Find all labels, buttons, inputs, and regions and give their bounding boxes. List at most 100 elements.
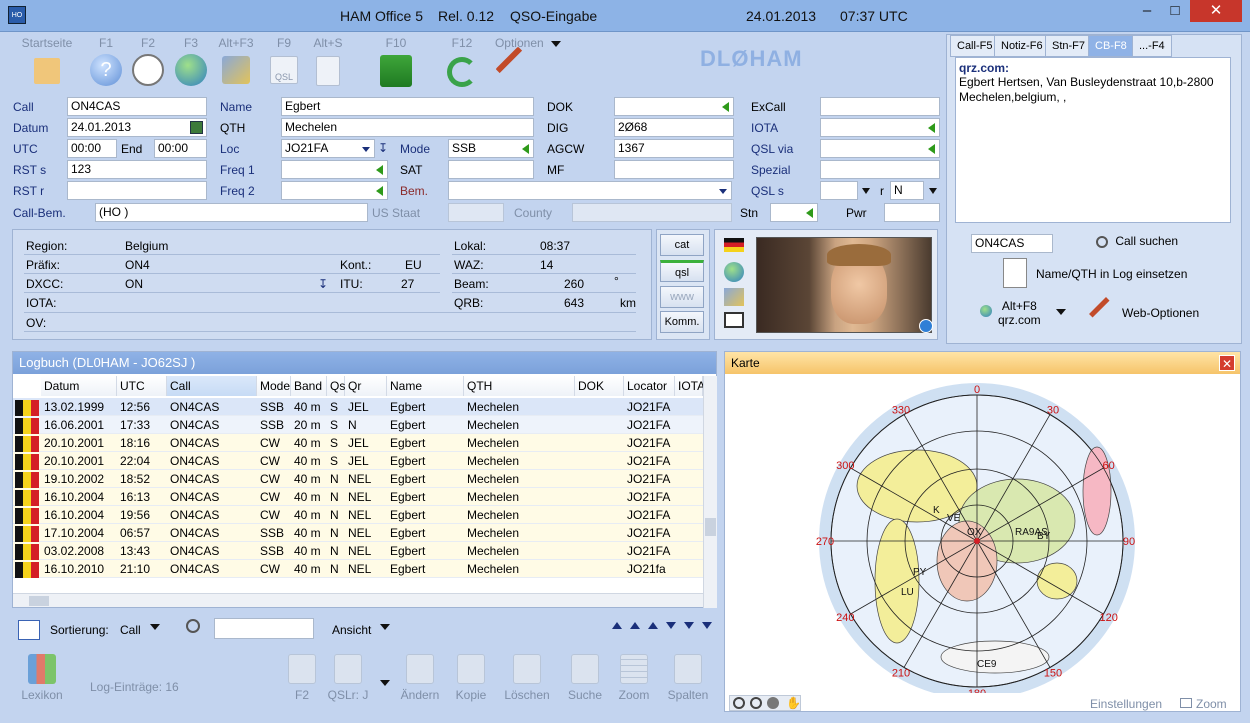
- name-input[interactable]: Egbert: [281, 97, 534, 116]
- table-row[interactable]: 13.02.1999 12:56 ON4CAS SSB 40 m S JEL Egbert Me…: [13, 398, 703, 416]
- chevron-down-icon[interactable]: [150, 624, 160, 630]
- log-search-input[interactable]: [214, 618, 314, 639]
- f10-save-button[interactable]: F10: [370, 36, 422, 90]
- komm-button[interactable]: Komm.: [660, 311, 704, 333]
- computer-icon[interactable]: [724, 312, 744, 328]
- column-header[interactable]: Call: [167, 376, 257, 396]
- bem-select[interactable]: [448, 181, 732, 200]
- minimize-button[interactable]: –: [1134, 0, 1160, 22]
- column-header[interactable]: Datum: [41, 376, 117, 396]
- window-zoom-icon[interactable]: [1180, 698, 1192, 708]
- zoom-out-icon[interactable]: [750, 697, 762, 709]
- scrollbar-thumb[interactable]: [705, 518, 716, 536]
- hand-pan-icon[interactable]: ✋: [786, 696, 801, 710]
- column-header[interactable]: Mode: [257, 376, 291, 396]
- chevron-down-icon[interactable]: [1056, 309, 1066, 315]
- cb-call-input[interactable]: ON4CAS: [971, 234, 1053, 253]
- mf-input[interactable]: [614, 160, 734, 179]
- rstr-input[interactable]: [67, 181, 207, 200]
- search-icon[interactable]: [186, 619, 200, 633]
- name-qth-button[interactable]: Name/QTH in Log einsetzen: [1036, 267, 1187, 281]
- dig-input[interactable]: 2Ø68: [614, 118, 734, 137]
- qslr-button[interactable]: QSLr: J: [318, 654, 378, 702]
- tab-cb[interactable]: CB-F8: [1088, 35, 1134, 57]
- export-icon[interactable]: [18, 620, 40, 640]
- table-row[interactable]: 16.10.2004 19:56 ON4CAS CW 40 m N NEL Egbert Mec…: [13, 506, 703, 524]
- zoom-button[interactable]: Zoom: [604, 654, 664, 702]
- ansicht-menu[interactable]: Ansicht: [332, 623, 371, 637]
- calendar-icon[interactable]: [190, 121, 203, 134]
- chevron-down-icon[interactable]: [862, 188, 870, 194]
- column-header[interactable]: Qs: [327, 376, 345, 396]
- table-row[interactable]: 20.10.2001 22:04 ON4CAS CW 40 m S JEL Egbert Mec…: [13, 452, 703, 470]
- loschen-button[interactable]: Löschen: [497, 654, 557, 702]
- german-flag-icon[interactable]: [724, 238, 744, 252]
- table-row[interactable]: 16.10.2010 21:10 ON4CAS CW 40 m N NEL Egbert Mec…: [13, 560, 703, 578]
- tab-notiz[interactable]: Notiz-F6: [994, 35, 1050, 57]
- callbem-input[interactable]: (HO ): [95, 203, 368, 222]
- freq1-select[interactable]: [281, 160, 388, 179]
- spalten-button[interactable]: Spalten: [658, 654, 718, 702]
- horizontal-scrollbar[interactable]: [13, 593, 703, 607]
- globe-icon[interactable]: [724, 262, 744, 282]
- column-header[interactable]: IOTA: [675, 376, 705, 396]
- page-up-icon[interactable]: [630, 622, 640, 629]
- optionen-menu-button[interactable]: Optionen: [490, 36, 566, 92]
- rsts-input[interactable]: 123: [67, 160, 207, 179]
- tab-stn[interactable]: Stn-F7: [1045, 35, 1093, 57]
- qsls-select[interactable]: [820, 181, 858, 200]
- sort-value[interactable]: Call: [120, 623, 141, 637]
- chevron-down-icon[interactable]: [380, 624, 390, 630]
- map-close-icon[interactable]: ✕: [1219, 355, 1235, 371]
- pwr-input[interactable]: [884, 203, 940, 222]
- column-header[interactable]: Qr: [345, 376, 387, 396]
- download-arrow-icon[interactable]: ↧: [318, 277, 328, 291]
- column-header[interactable]: QTH: [464, 376, 575, 396]
- azimuthal-map[interactable]: 0306090120150180210240270300330 KVEOXRA9…: [725, 375, 1240, 693]
- iota-select[interactable]: [820, 118, 940, 137]
- table-row[interactable]: 20.10.2001 18:16 ON4CAS CW 40 m S JEL Egbert Mec…: [13, 434, 703, 452]
- mode-select[interactable]: SSB: [448, 139, 534, 158]
- utc-input[interactable]: 00:00: [67, 139, 117, 158]
- zoom-in-icon[interactable]: [733, 697, 745, 709]
- table-row[interactable]: 19.10.2002 18:52 ON4CAS CW 40 m N NEL Egbert Mec…: [13, 470, 703, 488]
- table-row[interactable]: 17.10.2004 06:57 ON4CAS SSB 40 m N NEL Egbert Me…: [13, 524, 703, 542]
- close-button[interactable]: ✕: [1190, 0, 1242, 22]
- next-record-icon[interactable]: [666, 622, 676, 629]
- qslvia-select[interactable]: [820, 139, 940, 158]
- web-optionen-button[interactable]: Web-Optionen: [1122, 306, 1199, 320]
- qslr-select[interactable]: N: [890, 181, 924, 200]
- f12-refresh-button[interactable]: F12: [436, 36, 488, 90]
- chevron-down-icon[interactable]: [929, 188, 937, 194]
- loc-select[interactable]: JO21FA: [281, 139, 375, 158]
- qsl-button[interactable]: qsl: [660, 260, 704, 282]
- column-header[interactable]: Name: [387, 376, 464, 396]
- maximize-button[interactable]: □: [1162, 0, 1188, 22]
- spezial-input[interactable]: [820, 160, 940, 179]
- excall-input[interactable]: [820, 97, 940, 116]
- alts-statistics-button[interactable]: Alt+S: [302, 36, 354, 90]
- map-zoom-button[interactable]: Zoom: [1196, 697, 1227, 711]
- vertical-scrollbar[interactable]: [703, 376, 717, 608]
- qth-input[interactable]: Mechelen: [281, 118, 534, 137]
- column-header[interactable]: Band: [291, 376, 327, 396]
- column-header[interactable]: Locator: [624, 376, 675, 396]
- download-arrow-icon[interactable]: ↧: [378, 141, 388, 155]
- call-input[interactable]: ON4CAS: [67, 97, 207, 116]
- end-input[interactable]: 00:00: [154, 139, 207, 158]
- table-row[interactable]: 16.10.2004 16:13 ON4CAS CW 40 m N NEL Egbert Mec…: [13, 488, 703, 506]
- first-record-icon[interactable]: [612, 622, 622, 629]
- qrz-menu-button[interactable]: Alt+F8 qrz.com: [998, 299, 1041, 327]
- scrollbar-thumb[interactable]: [29, 596, 49, 606]
- lexikon-button[interactable]: Lexikon: [12, 654, 72, 702]
- sat-input[interactable]: [448, 160, 534, 179]
- globe-view-icon[interactable]: [767, 697, 779, 709]
- chevron-down-icon[interactable]: [380, 680, 390, 686]
- column-header[interactable]: UTC: [117, 376, 167, 396]
- stn-select[interactable]: [770, 203, 818, 222]
- last-record-icon[interactable]: [702, 622, 712, 629]
- altf3-satellite-button[interactable]: Alt+F3: [210, 36, 262, 90]
- cat-button[interactable]: cat: [660, 234, 704, 256]
- previous-record-icon[interactable]: [648, 622, 658, 629]
- page-down-icon[interactable]: [684, 622, 694, 629]
